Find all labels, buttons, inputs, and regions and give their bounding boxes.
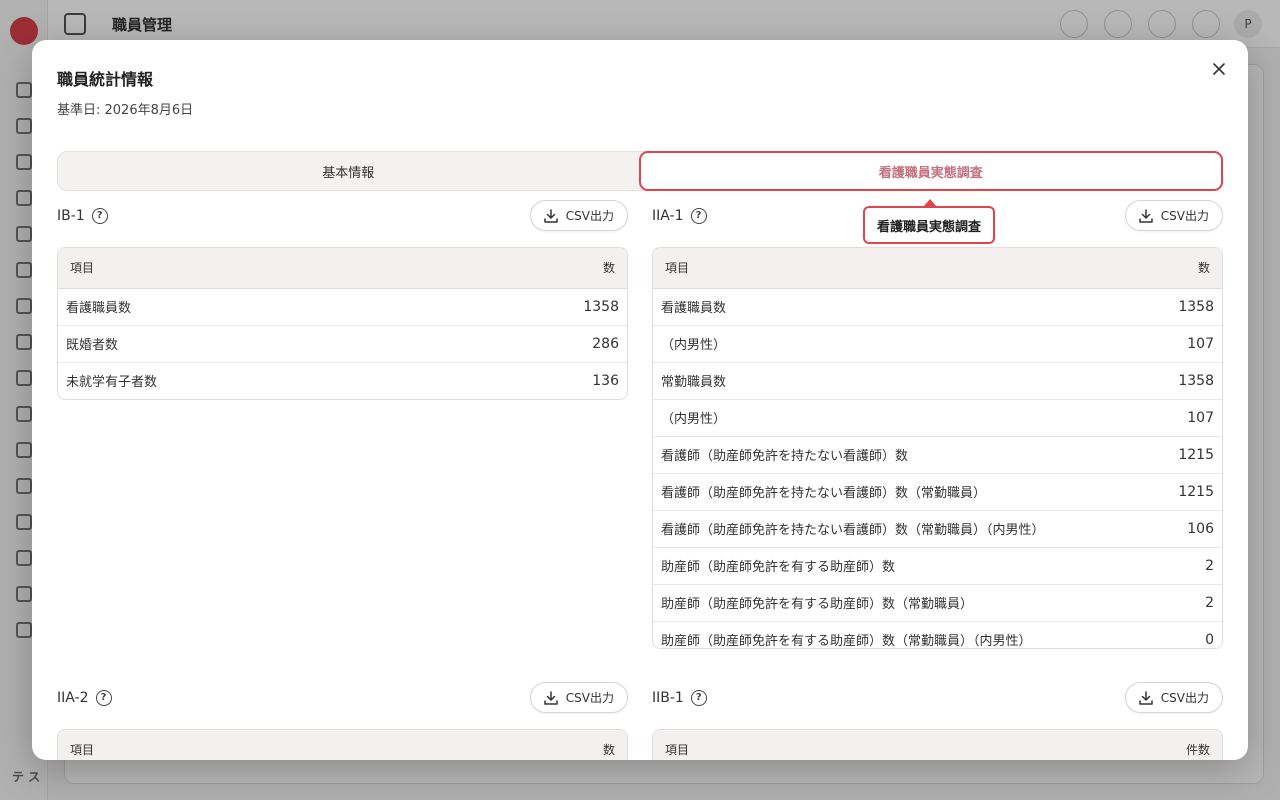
row-label: 助産師（助産師免許を有する助産師）数 xyxy=(653,547,1157,585)
close-button[interactable] xyxy=(1208,58,1230,80)
row-value: 136 xyxy=(592,372,619,389)
csv-export-button[interactable]: CSV出力 xyxy=(529,682,628,713)
row-value: 0 xyxy=(1205,631,1214,648)
stats-table: 項目 数 xyxy=(57,729,628,760)
row-label: 既婚者数 xyxy=(58,325,442,363)
row-value: 286 xyxy=(441,325,627,363)
stats-table: 項目 数 看護職員数 1358 既婚者数 286 未就学有子者数 136 xyxy=(57,247,628,400)
staff-statistics-dialog: 職員統計情報 基準日: 2026年8月6日 基本情報 看護職員実態調査 看護職員… xyxy=(32,40,1248,760)
table-row: 看護職員数 1358 xyxy=(58,288,627,326)
help-icon[interactable]: ? xyxy=(95,690,112,706)
row-label: 助産師（助産師免許を有する助産師）数（常勤職員）（内男性） xyxy=(661,634,1032,649)
column-header-item: 項目 xyxy=(58,248,442,289)
row-value: 106 xyxy=(1156,510,1222,548)
row-label: 助産師（助産師免許を有する助産師）数（常勤職員） xyxy=(653,584,1157,622)
download-icon xyxy=(544,208,558,223)
section-title: IIB-1 xyxy=(652,690,684,706)
csv-export-button[interactable]: CSV出力 xyxy=(1124,682,1223,713)
download-icon xyxy=(1139,690,1153,705)
table-row: 未就学有子者数 136 xyxy=(58,362,627,399)
column-header-count: 数 xyxy=(1156,248,1222,289)
csv-export-button[interactable]: CSV出力 xyxy=(529,200,628,231)
section-ib1: IB-1 ? CSV出力 項目 数 看護職員数 1358 既婚者数 286 未就学有… xyxy=(57,200,628,400)
section-title: IB-1 xyxy=(57,208,85,224)
row-value: 1358 xyxy=(441,288,627,326)
row-label: （内男性） xyxy=(653,325,1157,363)
row-value: 2 xyxy=(1156,584,1222,622)
csv-export-button[interactable]: CSV出力 xyxy=(1124,200,1223,231)
row-label: 看護師（助産師免許を持たない看護師）数 xyxy=(653,436,1157,474)
table-row: （内男性） 107 xyxy=(653,325,1222,363)
row-value: 1215 xyxy=(1156,436,1222,474)
table-row: 助産師（助産師免許を有する助産師）数 2 xyxy=(653,547,1222,585)
table-row: 看護師（助産師免許を持たない看護師）数 1215 xyxy=(653,436,1222,474)
section-iia1: IIA-1 ? CSV出力 項目 数 看護職員数 1358 （内男性） 107 常勤… xyxy=(652,200,1223,649)
section-title: IIA-1 xyxy=(652,208,684,224)
help-icon[interactable]: ? xyxy=(690,208,707,224)
stats-table[interactable]: 項目 数 看護職員数 1358 （内男性） 107 常勤職員数 1358 （内男性） 1… xyxy=(652,247,1223,649)
download-icon xyxy=(1139,208,1153,223)
table-row: （内男性） 107 xyxy=(653,399,1222,437)
column-header-count: 数 xyxy=(441,248,627,289)
row-label: 常勤職員数 xyxy=(653,362,1157,400)
row-value: 1358 xyxy=(1156,288,1222,326)
reference-date: 基準日: 2026年8月6日 xyxy=(57,103,194,118)
tab-list: 基本情報 看護職員実態調査 xyxy=(57,151,1223,191)
section-title: IIA-2 xyxy=(57,690,89,706)
help-icon[interactable]: ? xyxy=(690,690,707,706)
row-value: 1215 xyxy=(1156,473,1222,511)
row-value: 107 xyxy=(1156,325,1222,363)
section-iia2: IIA-2 ? CSV出力 項目 数 xyxy=(57,682,628,760)
tab-basic-info[interactable]: 基本情報 xyxy=(58,152,639,190)
row-label: 看護職員数 xyxy=(58,288,442,326)
table-row: 看護職員数 1358 xyxy=(653,288,1222,326)
column-header-item: 項目 xyxy=(653,730,938,760)
table-row: 看護師（助産師免許を持たない看護師）数（常勤職員） 1215 xyxy=(653,473,1222,511)
row-label: （内男性） xyxy=(653,399,1157,437)
stats-table: 項目 件数 xyxy=(652,729,1223,760)
help-icon[interactable]: ? xyxy=(91,208,108,224)
column-header-item: 項目 xyxy=(58,730,384,760)
row-label: 看護師（助産師免許を持たない看護師）数（常勤職員） xyxy=(653,473,1157,511)
tab-nursing-survey[interactable]: 看護職員実態調査 xyxy=(638,151,1223,191)
row-label: 看護師（助産師免許を持たない看護師）数（常勤職員）（内男性） xyxy=(653,510,1157,548)
row-label: 未就学有子者数 xyxy=(66,375,158,391)
csv-export-label: CSV出力 xyxy=(565,691,614,705)
table-row: 助産師（助産師免許を有する助産師）数（常勤職員） 2 xyxy=(653,584,1222,622)
table-row: 助産師（助産師免許を有する助産師）数（常勤職員）（内男性） 0 xyxy=(653,621,1222,649)
section-iib1: IIB-1 ? CSV出力 項目 件数 xyxy=(652,682,1223,760)
table-row: 常勤職員数 1358 xyxy=(653,362,1222,400)
table-row: 看護師（助産師免許を持たない看護師）数（常勤職員）（内男性） 106 xyxy=(653,510,1222,548)
csv-export-label: CSV出力 xyxy=(1160,691,1209,705)
csv-export-label: CSV出力 xyxy=(1160,209,1209,223)
close-icon xyxy=(1213,63,1225,75)
table-row: 既婚者数 286 xyxy=(58,325,627,363)
download-icon xyxy=(544,690,558,705)
dialog-title: 職員統計情報 xyxy=(57,70,154,89)
column-header-count: 件数 xyxy=(937,730,1222,760)
csv-export-label: CSV出力 xyxy=(565,209,614,223)
column-header-item: 項目 xyxy=(653,248,1157,289)
row-value: 1358 xyxy=(1156,362,1222,400)
column-header-count: 数 xyxy=(383,730,627,760)
row-value: 107 xyxy=(1156,399,1222,437)
row-value: 2 xyxy=(1156,547,1222,585)
row-label: 看護職員数 xyxy=(653,288,1157,326)
